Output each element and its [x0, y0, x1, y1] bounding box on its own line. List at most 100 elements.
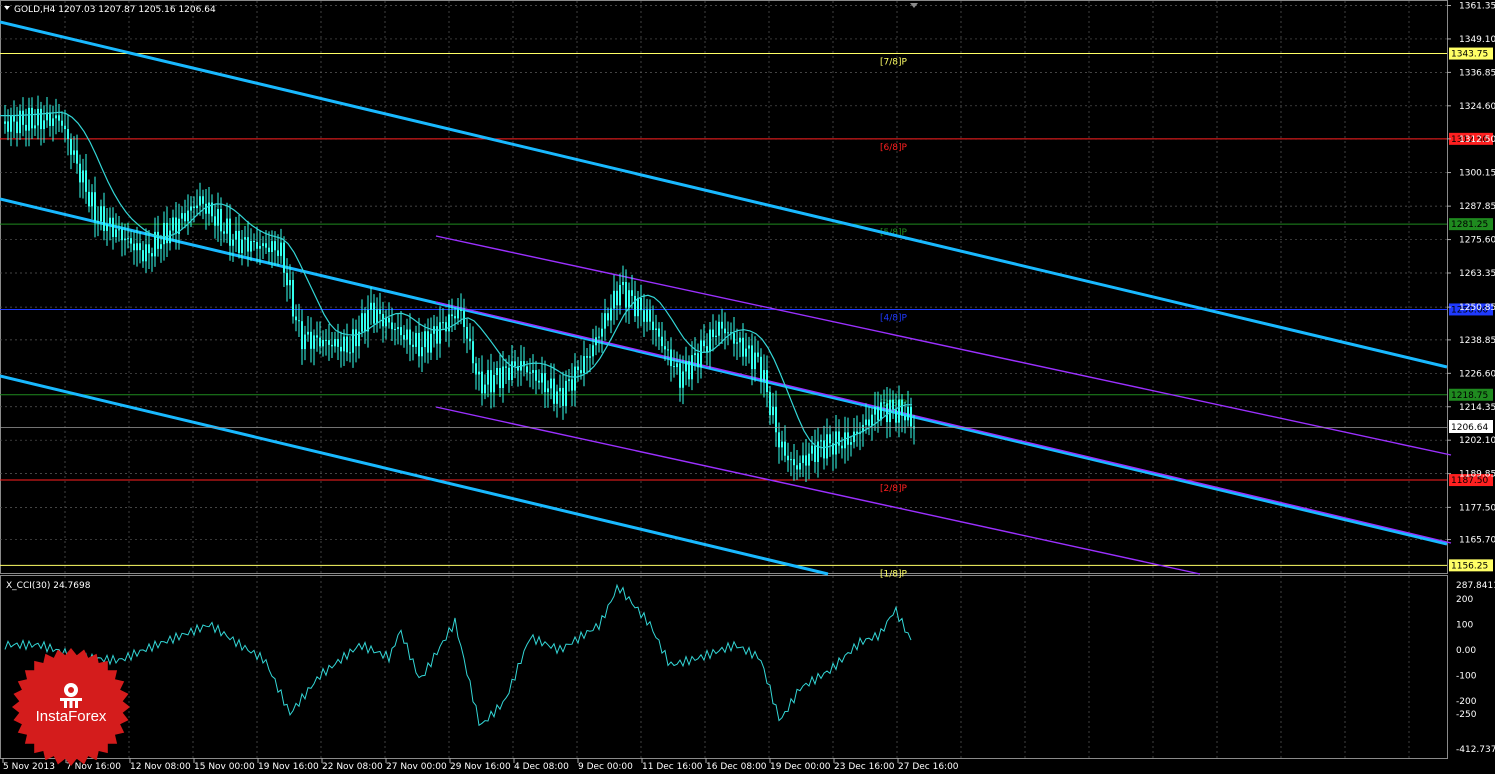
candle-body	[568, 379, 570, 381]
candle-body	[391, 322, 393, 330]
candle-body	[241, 239, 243, 253]
candle-body	[505, 366, 507, 368]
menu-triangle-icon[interactable]	[4, 6, 10, 10]
cci-tick-label: -100	[1456, 672, 1477, 682]
candle-body	[553, 378, 555, 404]
candle-body	[775, 406, 777, 433]
time-tick-label: 29 Nov 16:00	[450, 762, 511, 772]
candle-body	[811, 445, 813, 454]
candle-body	[577, 366, 579, 371]
candle-body	[79, 163, 81, 183]
murrey-level-badge-value: 1156.25	[1451, 561, 1488, 571]
candle-body	[310, 331, 312, 349]
candle-body	[781, 441, 783, 448]
candle-body	[712, 329, 714, 338]
candle-body	[784, 441, 786, 456]
candle-body	[190, 206, 192, 211]
candle-body	[625, 281, 627, 308]
candle-body	[448, 314, 450, 332]
candle-body	[337, 339, 339, 347]
cci-line	[4, 583, 912, 727]
candle-body	[550, 378, 552, 389]
candle-body	[121, 229, 123, 241]
candle-body	[514, 361, 516, 367]
candle-body	[661, 336, 663, 347]
candle-body	[403, 335, 405, 340]
candle-body	[103, 206, 105, 231]
candle-body	[538, 380, 540, 383]
candle-body	[499, 368, 501, 389]
price-tick-label: 1177.50	[1459, 503, 1495, 513]
candle-body	[853, 431, 855, 443]
murrey-level-label: [4/8]P	[880, 313, 908, 323]
candle-body	[4, 121, 6, 124]
candle-body	[724, 328, 726, 334]
candle-body	[880, 402, 882, 421]
candle-body	[256, 242, 258, 249]
candle-body	[235, 230, 237, 240]
candle-body	[772, 406, 774, 416]
candle-body	[34, 125, 36, 129]
price-tick-label: 1349.10	[1459, 35, 1495, 45]
candle-body	[82, 170, 84, 183]
candle-body	[649, 309, 651, 322]
candle-body	[373, 302, 375, 324]
candle-body	[697, 353, 699, 368]
candle-body	[583, 356, 585, 373]
candle-body	[535, 370, 537, 381]
candle-body	[658, 328, 660, 337]
time-axis: 5 Nov 2013 7 Nov 16:00 12 Nov 08:00 15 Nov …	[2, 758, 959, 772]
candle-body	[274, 241, 276, 251]
candle-body	[838, 431, 840, 446]
cci-tick-label: 0.00	[1456, 646, 1476, 656]
candle-body	[217, 209, 219, 226]
candle-body	[796, 465, 798, 470]
price-tick-label: 1250.85	[1459, 303, 1495, 313]
candle-body	[271, 241, 273, 253]
candle-body	[436, 326, 438, 344]
candle-body	[40, 108, 42, 130]
candle-body	[628, 290, 630, 308]
candle-body	[91, 192, 93, 207]
time-tick-label: 27 Nov 00:00	[386, 762, 447, 772]
candle-body	[52, 118, 54, 126]
candle-body	[484, 384, 486, 394]
candle-body	[409, 329, 411, 345]
candle-body	[655, 328, 657, 331]
candle-body	[244, 237, 246, 240]
candle-body	[322, 339, 324, 347]
candle-body	[586, 356, 588, 358]
candle-body	[172, 217, 174, 231]
candle-body	[496, 368, 498, 376]
murrey-level-badge-value: 1343.75	[1451, 50, 1488, 60]
candle-body	[820, 440, 822, 442]
chart-window[interactable]: [7/8]P1343.75[6/8]P1312.50[5/8]P1281.25[…	[0, 0, 1495, 774]
candle-body	[718, 321, 720, 336]
candle-body	[841, 445, 843, 449]
price-tick-label: 1263.35	[1459, 269, 1495, 279]
candle-body	[808, 453, 810, 466]
candle-body	[754, 352, 756, 370]
candle-body	[802, 455, 804, 463]
candle-body	[907, 406, 909, 421]
candle-body	[70, 139, 72, 155]
candle-body	[313, 335, 315, 349]
candle-body	[139, 243, 141, 251]
candle-body	[619, 284, 621, 306]
price-tick-label: 1300.15	[1459, 169, 1495, 179]
candle-body	[556, 391, 558, 404]
candle-body	[199, 196, 201, 206]
time-tick-label: 15 Nov 00:00	[194, 762, 255, 772]
candle-body	[451, 314, 453, 317]
candle-body	[604, 313, 606, 329]
candle-body	[400, 327, 402, 336]
price-tick-label: 1165.70	[1459, 536, 1495, 546]
candle-body	[55, 115, 57, 119]
candle-body	[349, 352, 351, 354]
price-tick-label: 1238.85	[1459, 336, 1495, 346]
candle-body	[232, 239, 234, 246]
candle-body	[187, 210, 189, 222]
time-tick-label: 27 Dec 16:00	[898, 762, 959, 772]
price-tick-label: 1202.10	[1459, 436, 1495, 446]
candle-body	[652, 321, 654, 331]
